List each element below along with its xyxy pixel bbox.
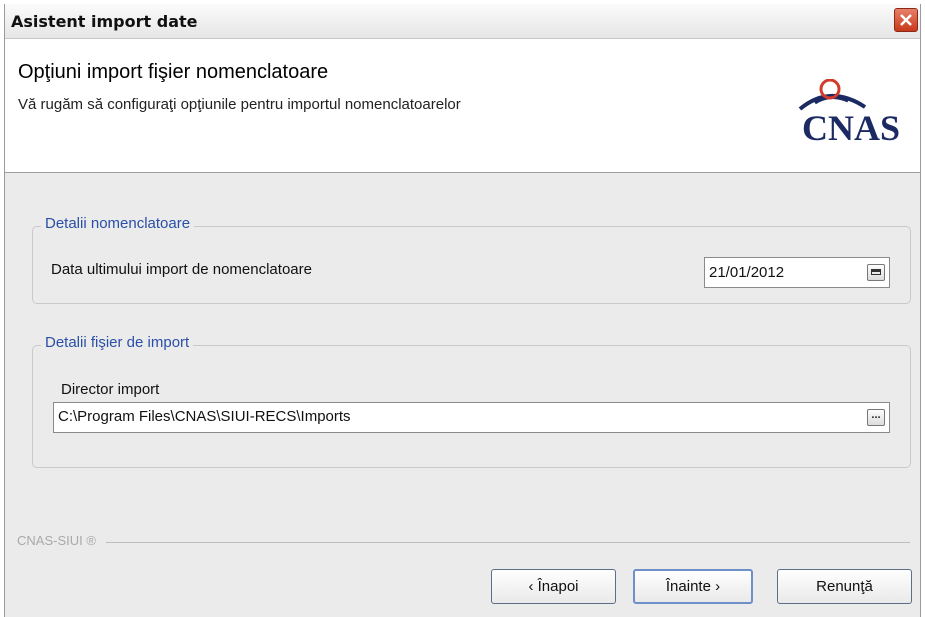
browse-button[interactable]: ... — [867, 409, 885, 426]
group-nomenclator-details: Detalii nomenclatoare Data ultimului imp… — [32, 215, 911, 304]
import-directory-label: Director import — [61, 381, 160, 398]
group-nomenclator-legend: Detalii nomenclatoare — [41, 215, 195, 232]
close-icon — [900, 14, 912, 26]
group-import-file-details: Detalii fişier de import Director import… — [32, 334, 911, 468]
cancel-button[interactable]: Renunţă — [777, 569, 912, 604]
last-import-date-field[interactable]: 21/01/2012 — [704, 257, 890, 288]
logo-text: CNAS — [801, 108, 900, 148]
back-button[interactable]: ‹ Înapoi — [491, 569, 616, 604]
close-button[interactable] — [894, 8, 918, 32]
wizard-header: Opţiuni import fişier nomenclatoare Vă r… — [5, 39, 920, 173]
page-subtitle: Vă rugăm să configuraţi opţiunile pentru… — [18, 96, 461, 113]
footer-divider — [106, 542, 910, 543]
last-import-date-value: 21/01/2012 — [709, 264, 785, 281]
page-title: Opţiuni import fişier nomenclatoare — [18, 61, 329, 83]
group-file-legend: Detalii fişier de import — [41, 334, 194, 351]
window-title: Asistent import date — [11, 12, 198, 31]
title-bar[interactable]: Asistent import date — [5, 4, 920, 39]
last-import-date-label: Data ultimului import de nomenclatoare — [51, 261, 312, 278]
import-directory-field[interactable]: C:\Program Files\CNAS\SIUI-RECS\Imports … — [53, 402, 890, 433]
cnas-logo: CNAS — [760, 79, 900, 149]
footer-brand: CNAS-SIUI ® — [17, 533, 96, 548]
next-button[interactable]: Înainte › — [633, 569, 753, 604]
wizard-window: Asistent import date Opţiuni import fişi… — [4, 4, 921, 617]
import-directory-value: C:\Program Files\CNAS\SIUI-RECS\Imports — [58, 408, 351, 425]
calendar-picker-button[interactable] — [867, 264, 885, 281]
